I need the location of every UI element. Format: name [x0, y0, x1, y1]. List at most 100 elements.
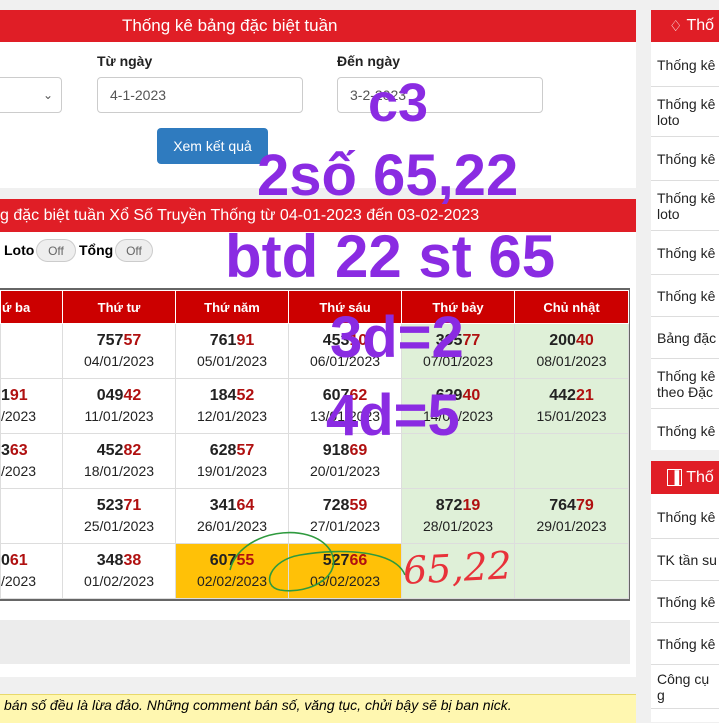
- sidebar-link-line1: Thống kê: [657, 287, 716, 304]
- sidebar-link[interactable]: Thống kê: [651, 231, 719, 275]
- station-select[interactable]: ⌄: [0, 77, 62, 113]
- result-number: 04942: [63, 386, 175, 406]
- result-number-head: 628: [209, 442, 237, 459]
- sidebar-link-line1: Thống kê: [657, 95, 716, 112]
- result-number-tail: 63: [9, 442, 28, 459]
- result-number-tail: 82: [123, 442, 142, 459]
- table-header-row: ứ ba Thứ tư Thứ năm Thứ sáu Thứ bảy Chủ …: [0, 290, 629, 324]
- result-number-tail: 19: [462, 497, 481, 514]
- sidebar-link[interactable]: Thống kê loto: [651, 181, 719, 231]
- submit-button[interactable]: Xem kết quả: [157, 128, 268, 164]
- overlay-text-line2: 2số 65,22: [257, 143, 519, 208]
- to-date-label: Đến ngày: [337, 53, 401, 69]
- loto-toggle[interactable]: Off: [36, 239, 76, 262]
- table-row: 75757 04/01/2023 76191 05/01/2023 45310 06/01…: [0, 323, 629, 379]
- result-number: 191: [1, 386, 62, 406]
- result-number-head: 728: [322, 497, 350, 514]
- sidebar-link[interactable]: Thống kê: [651, 623, 719, 665]
- result-cell: [514, 433, 629, 489]
- result-number: 87219: [402, 496, 514, 516]
- sidebar-header-2: ▐ Thố: [651, 461, 719, 494]
- tong-toggle-text: Off: [126, 243, 142, 258]
- result-cell: 191/2023: [0, 378, 63, 434]
- result-date: 15/01/2023: [536, 408, 607, 424]
- sidebar-link-line1: Công cụ g: [657, 670, 710, 703]
- result-cell: [0, 488, 63, 544]
- result-number-tail: 71: [123, 497, 142, 514]
- handwritten-circle-annotation: [229, 531, 406, 592]
- result-cell: [0, 323, 63, 379]
- result-cell: 061/2023: [0, 543, 63, 599]
- sidebar-link-line1: Thống kê: [657, 189, 716, 206]
- result-number: 34838: [63, 551, 175, 571]
- table-row: 363/2023 45282 18/01/2023 62857 19/01/2023 91…: [0, 433, 629, 489]
- sidebar-header-1: ♢ Thố: [651, 10, 719, 42]
- result-number-tail: 38: [123, 552, 142, 569]
- result-number: 061: [1, 551, 62, 571]
- chevron-down-icon: ⌄: [42, 88, 53, 102]
- result-date: /2023: [1, 463, 37, 479]
- sidebar-link[interactable]: Công cụ g: [651, 665, 719, 709]
- tong-toggle[interactable]: Off: [115, 239, 153, 262]
- sidebar-link[interactable]: Thống kê: [651, 275, 719, 317]
- result-number-head: 3: [1, 442, 10, 459]
- sidebar-link-line1: Thống kê: [657, 367, 716, 384]
- result-number-head: 442: [549, 387, 576, 404]
- result-date: 05/01/2023: [196, 353, 268, 369]
- result-number-tail: 21: [575, 387, 594, 404]
- result-date: 18/01/2023: [83, 463, 155, 479]
- overlay-text-line4: 3d=2: [330, 305, 464, 370]
- result-number: 52371: [63, 496, 175, 516]
- sidebar-link[interactable]: TK tần su: [651, 539, 719, 581]
- sidebar-link[interactable]: Thống kê: [651, 409, 719, 450]
- table-row: 191/2023 04942 11/01/2023 18452 12/01/2023 60…: [0, 378, 629, 434]
- sidebar-header-1-title: Thố: [686, 17, 715, 34]
- sidebar-link-line2: loto: [657, 205, 680, 222]
- result-cell: 76479 29/01/2023: [514, 488, 629, 544]
- result-number-tail: 59: [349, 497, 368, 514]
- result-number-tail: 40: [575, 332, 594, 349]
- sidebar-panel-2: ▐ Thố Thống kê TK tần su Thống kê Thống kê C…: [651, 461, 719, 722]
- result-number-tail: 91: [9, 387, 28, 404]
- result-cell: 363/2023: [0, 433, 63, 489]
- result-cell: 62857 19/01/2023: [175, 433, 289, 489]
- result-cell: 52371 25/01/2023: [62, 488, 176, 544]
- sidebar-link-line1: Thống kê: [657, 635, 716, 652]
- sidebar-link[interactable]: Thống kê: [651, 495, 719, 539]
- column-header: ứ ba: [0, 290, 63, 324]
- sidebar-link[interactable]: Bảng đặc: [651, 317, 719, 359]
- result-date: /2023: [1, 573, 37, 589]
- sidebar-link[interactable]: Thống kê: [651, 581, 719, 623]
- sidebar-link-line1: Thống kê: [657, 593, 716, 610]
- result-number: 62857: [176, 441, 288, 461]
- overlay-text-line3: btd 22 st 65: [225, 223, 556, 290]
- result-number-head: 341: [209, 497, 237, 514]
- result-date: 25/01/2023: [83, 518, 155, 534]
- result-number-head: 452: [96, 442, 124, 459]
- result-number-tail: 57: [236, 442, 255, 459]
- result-number-tail: 40: [462, 387, 481, 404]
- result-number-head: 184: [209, 387, 237, 404]
- sidebar-link-line1: TK tần su: [657, 551, 717, 568]
- column-header: Thứ tư: [62, 290, 176, 324]
- bar-chart-icon: ▐: [667, 469, 683, 486]
- handwritten-red-numbers: 65,22: [401, 543, 513, 593]
- result-number-head: 049: [96, 387, 124, 404]
- result-number: 18452: [176, 386, 288, 406]
- result-number-tail: 57: [123, 332, 142, 349]
- result-number-head: 348: [96, 552, 124, 569]
- result-cell: 76191 05/01/2023: [175, 323, 289, 379]
- notice-bar: bán số đều là lừa đảo. Những comment bán…: [0, 694, 636, 723]
- result-number: 45282: [63, 441, 175, 461]
- result-number: 75757: [63, 331, 175, 351]
- sidebar-link[interactable]: Thống kê: [651, 137, 719, 181]
- result-number-head: 757: [96, 332, 124, 349]
- result-date: 29/01/2023: [536, 518, 607, 534]
- sidebar-panel-1: ♢ Thố Thống kê Thống kê loto Thống kê Thống …: [651, 10, 719, 450]
- sidebar-link[interactable]: Thống kê theo Đặc: [651, 359, 719, 409]
- sidebar-link[interactable]: Thống kê loto: [651, 87, 719, 137]
- from-date-input[interactable]: 4-1-2023: [97, 77, 303, 113]
- sidebar-link[interactable]: Công cụ: [651, 709, 719, 722]
- sidebar-link[interactable]: Thống kê: [651, 43, 719, 87]
- filter-panel-header: Thống kê bảng đặc biệt tuần: [0, 10, 636, 42]
